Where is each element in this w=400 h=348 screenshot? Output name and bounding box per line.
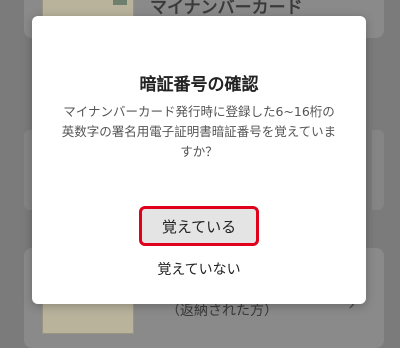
background-card-edge-right: [372, 130, 384, 210]
dialog-title: 暗証番号の確認: [139, 75, 259, 95]
confirm-dialog: 暗証番号の確認 マイナンバーカード発行時に登録した6~16桁の英数字の署名用電子…: [32, 16, 366, 304]
remember-button[interactable]: 覚えている: [139, 206, 259, 246]
dialog-message: マイナンバーカード発行時に登録した6~16桁の英数字の署名用電子証明書暗証番号を…: [61, 104, 337, 159]
dont-remember-button[interactable]: 覚えていない: [139, 256, 259, 282]
